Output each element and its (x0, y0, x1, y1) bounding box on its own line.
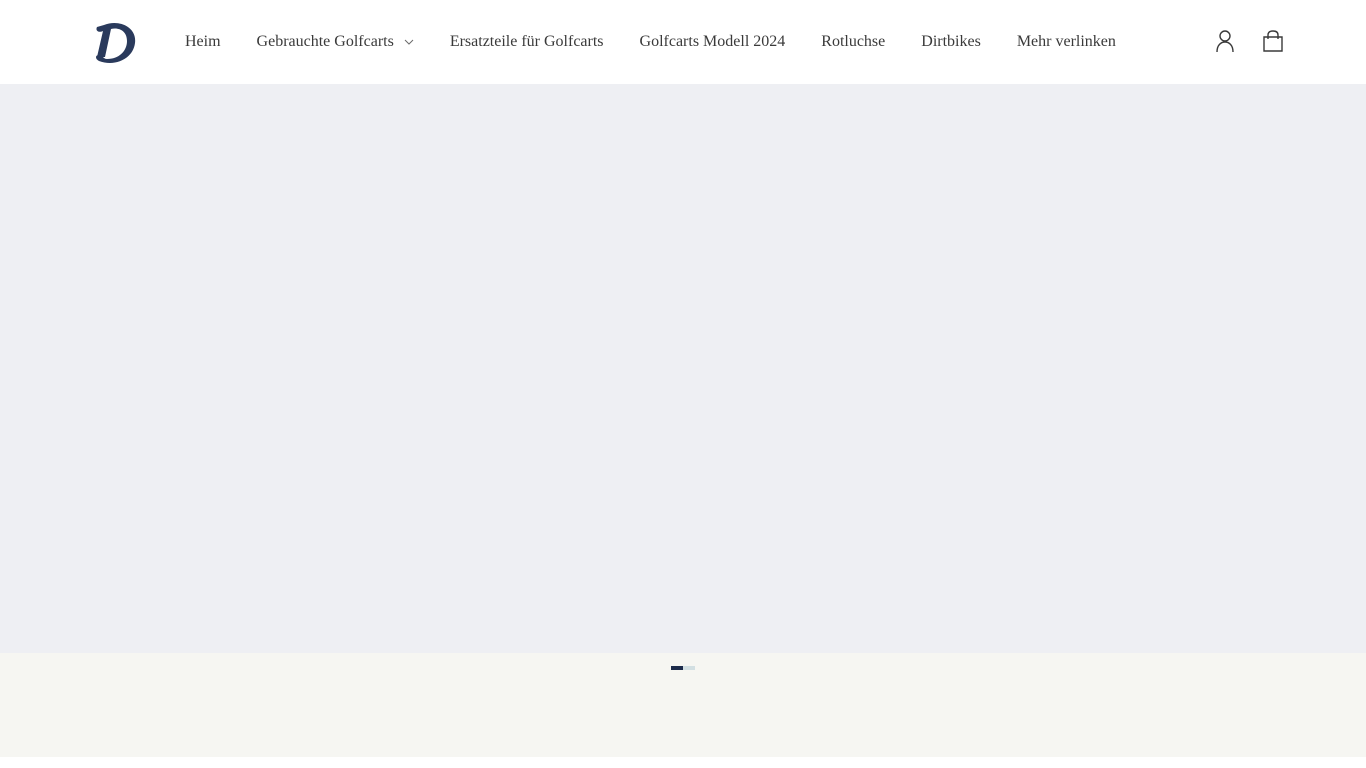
nav-item-label: Gebrauchte Golfcarts (256, 33, 394, 50)
nav-item-heim[interactable]: Heim (185, 33, 221, 51)
nav-item-mehr-verlinken[interactable]: Mehr verlinken (1017, 33, 1116, 51)
nav-item-golfcarts-2024[interactable]: Golfcarts Modell 2024 (640, 33, 786, 51)
nav-item-label: Rotluchse (821, 33, 886, 50)
header-icons (1213, 28, 1285, 54)
nav-item-dirtbikes[interactable]: Dirtbikes (921, 33, 981, 51)
brand-logo[interactable] (88, 16, 140, 68)
page-section-divider (0, 757, 1366, 768)
nav-item-label: Dirtbikes (921, 33, 981, 50)
account-icon[interactable] (1213, 28, 1237, 54)
nav-item-ersatzteile[interactable]: Ersatzteile für Golfcarts (450, 33, 604, 51)
slide-dot-2[interactable] (683, 666, 695, 670)
slide-dot-1[interactable] (671, 666, 683, 670)
nav-item-label: Heim (185, 33, 221, 50)
main-nav: Heim Gebrauchte Golfcarts Ersatzteile fü… (185, 0, 1152, 84)
nav-item-gebrauchte-golfcarts[interactable]: Gebrauchte Golfcarts (257, 33, 414, 51)
nav-item-label: Golfcarts Modell 2024 (639, 33, 786, 50)
nav-item-label: Ersatzteile für Golfcarts (449, 33, 604, 50)
nav-item-label: Mehr verlinken (1016, 33, 1116, 50)
hero-slideshow (0, 84, 1366, 653)
logo-d-icon (96, 23, 136, 63)
slideshow-pagination (671, 666, 695, 670)
cart-icon[interactable] (1261, 28, 1285, 54)
nav-item-rotluchse[interactable]: Rotluchse (821, 33, 885, 51)
site-header: Heim Gebrauchte Golfcarts Ersatzteile fü… (0, 0, 1366, 84)
chevron-down-icon (404, 39, 414, 45)
